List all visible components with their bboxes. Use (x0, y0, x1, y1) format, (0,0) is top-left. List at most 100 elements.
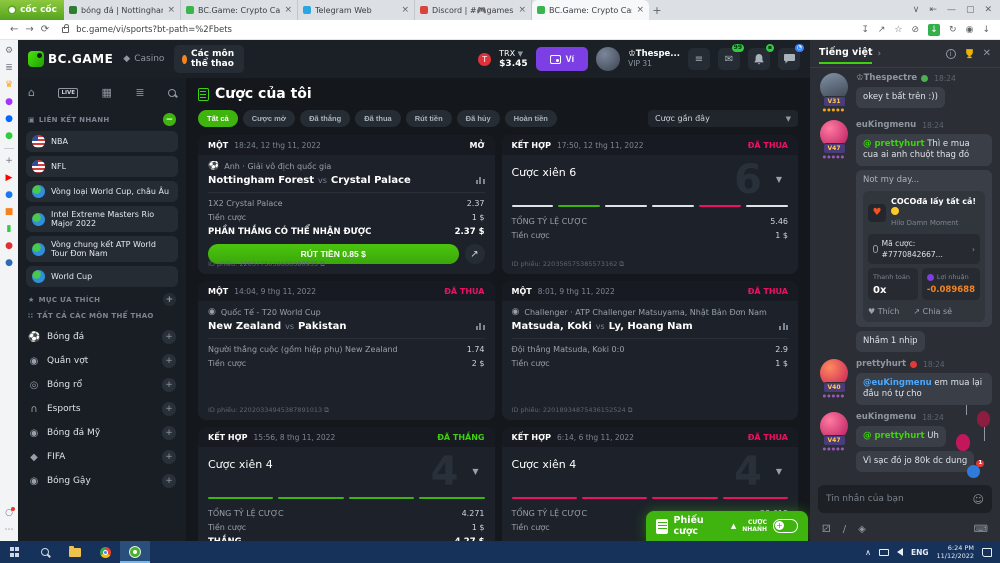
copy-icon[interactable]: ⧉ (324, 406, 329, 414)
chat-toggle-button[interactable]: ◔ (778, 48, 800, 70)
betslip-button[interactable]: Phiếu cược ▲ CƯỢC NHANH (646, 511, 808, 541)
my-bets-icon[interactable]: ≣ (135, 86, 144, 99)
add-favorite-button[interactable]: + (163, 293, 176, 306)
save-page-icon[interactable]: ↧ (861, 25, 869, 35)
network-icon[interactable] (879, 549, 889, 556)
browser-tab[interactable]: Discord | #🎮games | BC G × (415, 0, 532, 20)
wallet-button[interactable]: Ví (536, 47, 589, 71)
collapse-button[interactable]: − (163, 113, 176, 126)
start-button[interactable] (0, 541, 30, 563)
taskbar-explorer[interactable] (60, 541, 90, 563)
shared-bet-card[interactable]: ♥ COCOđã lấy tất cả! Hilo Damn Moment Mã… (863, 191, 985, 322)
combo-title[interactable]: Cược xiên 4 4 ▼ (512, 453, 789, 487)
notification-bell-icon[interactable]: ○ (5, 508, 13, 518)
taskbar-search[interactable] (30, 541, 60, 563)
filter-pill[interactable]: Cược mở (243, 110, 295, 127)
sneaker-app-icon[interactable]: ● (5, 241, 13, 251)
tab-close-icon[interactable]: × (167, 5, 175, 15)
stats-icon[interactable] (476, 177, 485, 184)
downloads-icon[interactable]: ↓ (982, 25, 990, 35)
battery-app-icon[interactable]: ▮ (7, 224, 12, 234)
back-icon[interactable]: ← (10, 24, 18, 35)
game-center-icon[interactable]: ● (5, 131, 13, 141)
panel-icon[interactable]: ⇤ (929, 5, 937, 15)
expand-plus-icon[interactable]: + (162, 450, 176, 464)
tray-chevron-icon[interactable]: ∧ (865, 548, 871, 557)
chevron-down-icon[interactable]: ▼ (776, 467, 782, 476)
chat-username[interactable]: euKingmenu (856, 412, 916, 422)
copy-icon[interactable]: ⧉ (628, 406, 633, 414)
quick-link-item[interactable]: Intel Extreme Masters Rio Major 2022 (26, 206, 178, 232)
browser-tab[interactable]: Telegram Web × (298, 0, 415, 20)
gif-keyboard-icon[interactable]: ⌨ (974, 524, 988, 535)
notifications-button[interactable]: ▪ (748, 48, 770, 70)
filter-pill[interactable]: Đã thua (355, 110, 401, 127)
dice-icon[interactable]: ⚂ (822, 524, 831, 535)
share-button[interactable]: ↗ (465, 244, 485, 264)
filter-pill[interactable]: Tất cả (198, 110, 238, 127)
sidebar-sport-basketball[interactable]: ◎ Bóng rổ + (26, 373, 178, 397)
trophy-icon[interactable] (964, 48, 975, 59)
add-shortcut-icon[interactable]: + (5, 156, 13, 166)
settings-icon[interactable]: ⚙ (5, 46, 13, 56)
slash-command-icon[interactable]: / (843, 524, 846, 535)
live-icon[interactable]: LIVE (58, 88, 78, 98)
sidebar-sport-esports[interactable]: ∩ Esports + (26, 397, 178, 421)
filter-pill[interactable]: Rút tiền (406, 110, 452, 127)
close-icon[interactable]: ✕ (983, 48, 991, 59)
chevron-down-icon[interactable]: ▼ (472, 467, 478, 476)
combo-title[interactable]: Cược xiên 4 4 ▼ (208, 453, 485, 487)
search-icon[interactable] (168, 89, 176, 97)
sidebar-sport-cricket[interactable]: ◉ Bóng Gậy + (26, 469, 178, 493)
sidebar-sport-tennis[interactable]: ◉ Quần vợt + (26, 349, 178, 373)
browser-logo[interactable]: cốc cốc (0, 0, 64, 20)
reload-icon[interactable]: ⟳ (41, 24, 49, 35)
home-icon[interactable]: ⌂ (28, 86, 35, 99)
quick-link-item[interactable]: Vòng chung kết ATP World Tour Đơn Nam (26, 236, 178, 262)
shop-icon[interactable]: ■ (5, 207, 14, 217)
emoji-reaction[interactable]: 1 (967, 465, 980, 478)
clock[interactable]: 6:24 PM 11/12/2022 (937, 544, 974, 560)
nav-casino[interactable]: ◆ Casino (123, 54, 164, 64)
sort-dropdown[interactable]: Cược gần đây ▼ (648, 110, 798, 127)
stats-icon[interactable] (476, 323, 485, 330)
quick-link-item[interactable]: NFL (26, 156, 178, 177)
messenger-icon[interactable]: ● (5, 97, 13, 107)
facebook-icon[interactable]: ● (5, 190, 13, 200)
bcgame-logo[interactable]: BC.GAME (28, 51, 113, 67)
quick-link-item[interactable]: Vòng loại World Cup, châu Âu (26, 181, 178, 202)
tab-close-icon[interactable]: × (284, 5, 292, 15)
copy-icon[interactable]: ⧉ (320, 260, 325, 268)
volume-icon[interactable] (897, 548, 903, 556)
coin-drop-icon[interactable]: ◈ (858, 524, 866, 535)
expand-plus-icon[interactable]: + (162, 378, 176, 392)
expand-plus-icon[interactable]: + (162, 474, 176, 488)
mention[interactable]: @ prettyhurt (863, 139, 925, 149)
zalo-icon[interactable]: ● (5, 114, 13, 124)
bet-code-row[interactable]: Mã cược: #7770842667... › (868, 234, 980, 264)
filter-pill[interactable]: Hoàn tiền (505, 110, 557, 127)
profile-avatar-icon[interactable]: ◉ (966, 25, 974, 35)
close-icon[interactable]: ✕ (984, 5, 992, 15)
like-button[interactable]: ♥ Thích (868, 306, 899, 317)
video-downloader-icon[interactable]: ↓ (928, 24, 940, 36)
browser-tab[interactable]: BC.Game: Crypto Casino Gar × (532, 0, 649, 20)
tab-search-icon[interactable]: ∨ (913, 5, 920, 15)
action-center-icon[interactable] (982, 548, 992, 557)
copy-icon[interactable]: ⧉ (619, 260, 624, 268)
quick-link-item[interactable]: World Cup (26, 266, 178, 287)
newsfeed-icon[interactable]: ≣ (5, 63, 13, 73)
sidebar-sport-soccer[interactable]: ⚽ Bóng đá + (26, 325, 178, 349)
taskbar-coccoc[interactable] (120, 541, 150, 563)
info-icon[interactable]: i (946, 49, 956, 59)
calendar-icon[interactable]: ▦ (101, 86, 111, 99)
forward-icon[interactable]: → (25, 24, 33, 35)
chat-language-tab[interactable]: Tiếng việt (819, 47, 872, 61)
emoji-icon[interactable]: ☺ (973, 493, 984, 506)
browser-tab[interactable]: BC.Game: Crypto Casino Gan × (181, 0, 298, 20)
chat-input[interactable]: Tin nhắn của bạn ☺ (818, 485, 992, 513)
filter-pill[interactable]: Đã hủy (457, 110, 500, 127)
mention[interactable]: @euKingmenu (863, 378, 932, 388)
quick-bet-toggle[interactable] (773, 519, 798, 533)
filter-pill[interactable]: Đã thắng (300, 110, 350, 127)
